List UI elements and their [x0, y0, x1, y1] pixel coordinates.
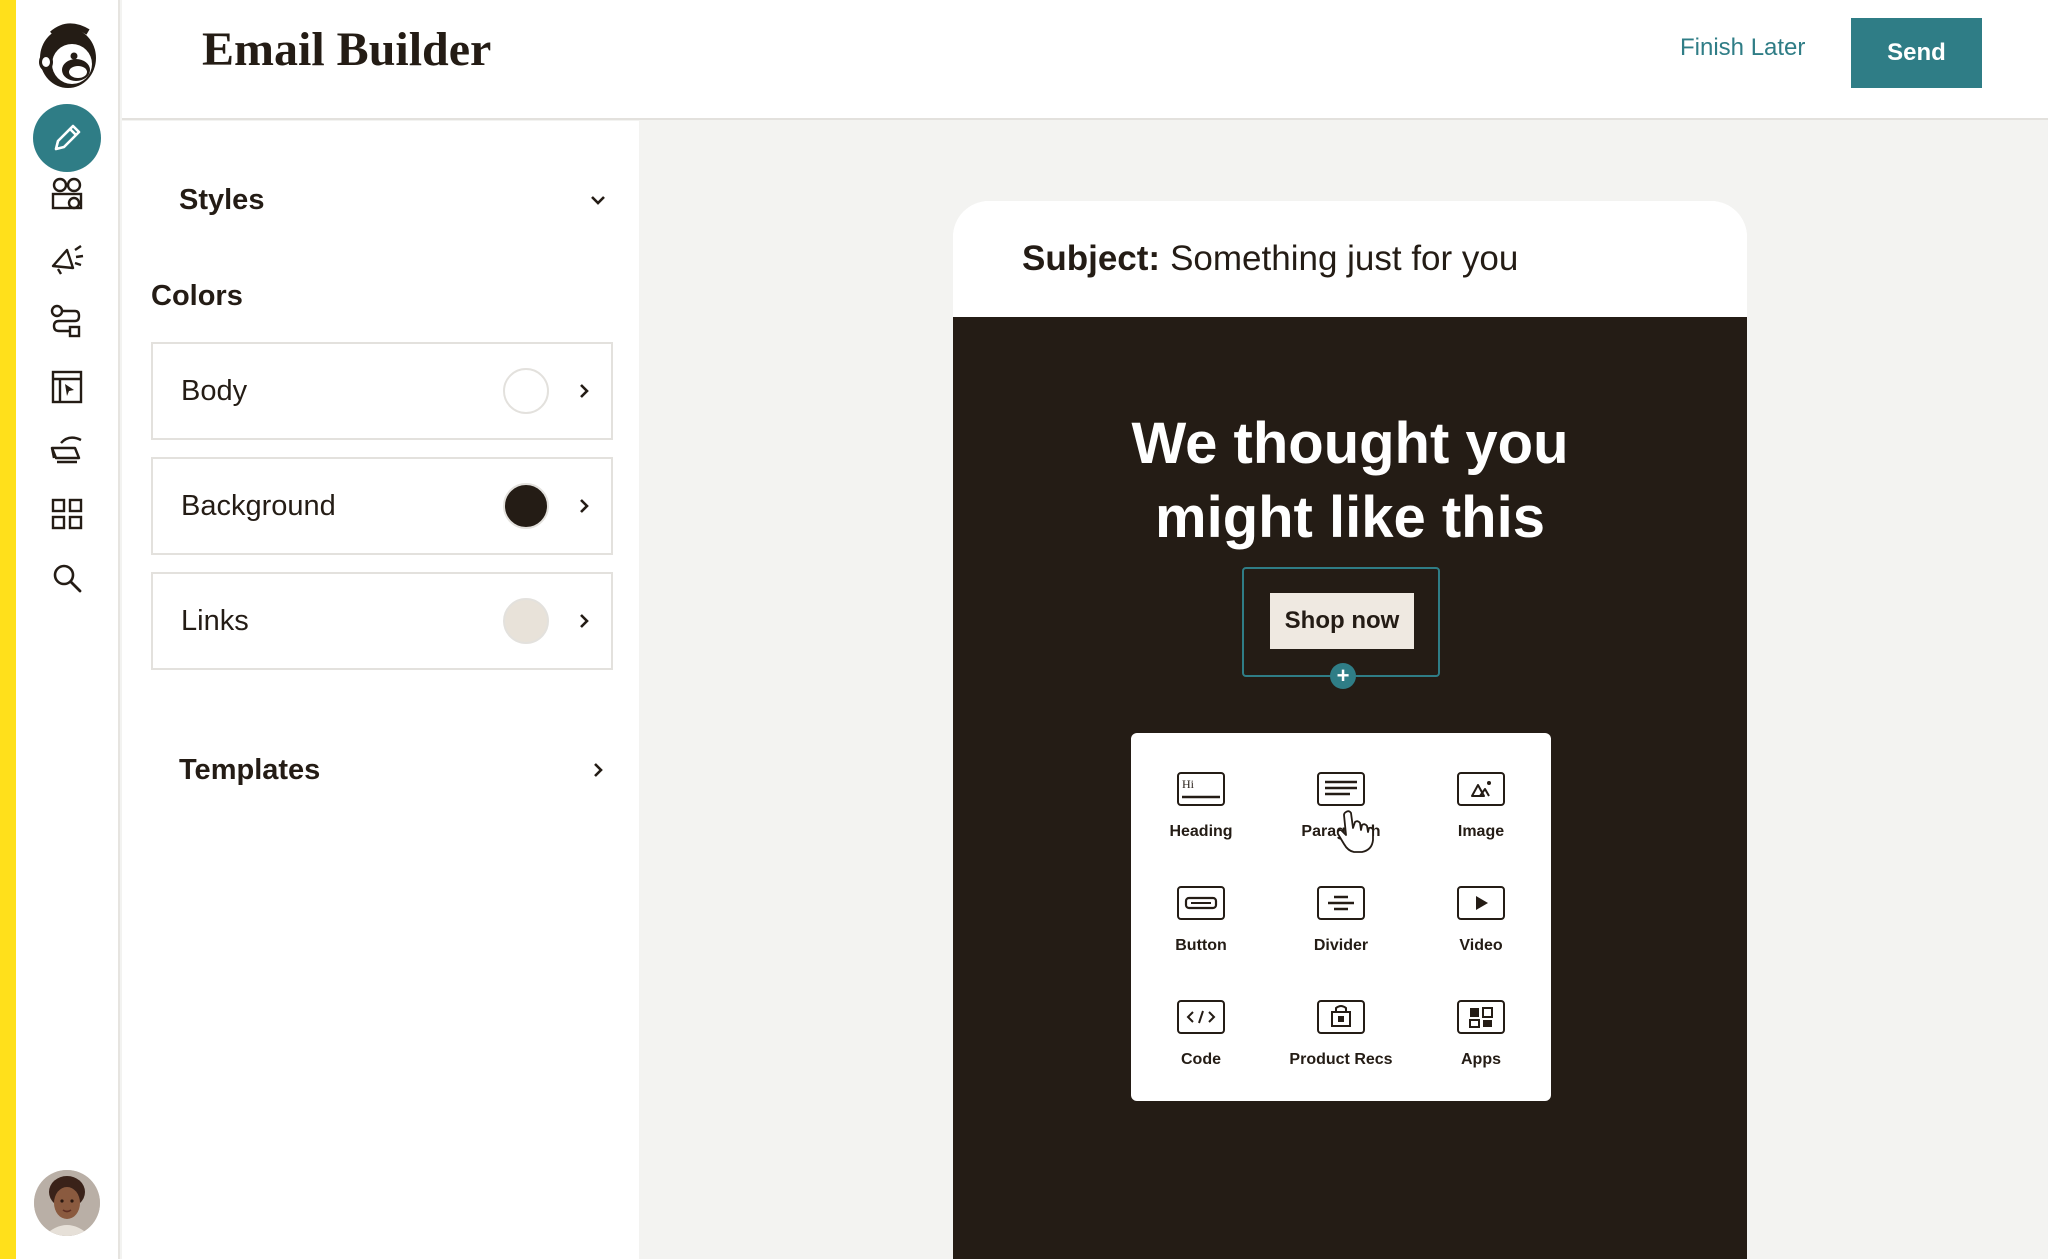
shop-now-button[interactable]: Shop now — [1270, 593, 1414, 649]
user-avatar[interactable] — [34, 1170, 100, 1236]
nav-content[interactable] — [33, 416, 101, 484]
image-icon — [1457, 772, 1505, 806]
content-studio-icon — [50, 436, 82, 464]
subject-line[interactable]: Subject: Something just for you — [953, 201, 1747, 317]
block-label: Heading — [1169, 823, 1233, 840]
block-label: Divider — [1313, 937, 1369, 954]
block-label: Apps — [1461, 1051, 1501, 1068]
styles-panel: Styles Colors Body Background Links Temp… — [122, 121, 639, 1259]
chevron-down-icon — [591, 196, 605, 205]
color-row-body[interactable]: Body — [151, 342, 613, 440]
divider-icon — [1317, 886, 1365, 920]
top-bar: Email Builder Finish Later Send — [122, 0, 2048, 120]
headline-line: might like this — [1155, 485, 1545, 550]
nav-integrations[interactable] — [33, 480, 101, 548]
styles-section-label: Styles — [179, 183, 265, 216]
block-video[interactable]: Video — [1411, 875, 1551, 975]
apps-icon — [1457, 1000, 1505, 1034]
block-apps[interactable]: Apps — [1411, 989, 1551, 1089]
email-body[interactable]: We thought you might like this Shop now … — [953, 317, 1747, 1259]
headline-line: We thought you — [1131, 411, 1569, 476]
block-label: Video — [1459, 937, 1503, 954]
svg-text:Hi: Hi — [1182, 777, 1195, 791]
nav-website[interactable] — [33, 352, 101, 420]
search-icon — [53, 564, 82, 593]
button-block-selected[interactable]: Shop now + — [1242, 567, 1440, 689]
audience-icon — [51, 177, 83, 210]
brand-strip — [0, 0, 16, 1259]
pencil-icon — [54, 124, 81, 151]
block-label: Image — [1457, 823, 1505, 840]
hand-cursor-icon — [1336, 810, 1374, 853]
templates-section-toggle[interactable]: Templates — [179, 745, 609, 795]
color-row-links[interactable]: Links — [151, 572, 613, 670]
block-divider[interactable]: Divider — [1271, 875, 1411, 975]
email-canvas: Subject: Something just for you We thoug… — [640, 121, 2048, 1259]
mailchimp-logo-icon[interactable] — [32, 18, 104, 94]
block-button[interactable]: Button — [1131, 875, 1271, 975]
color-row-label: Background — [181, 489, 336, 522]
block-heading[interactable]: Hi Heading — [1131, 761, 1271, 861]
automations-icon — [50, 304, 81, 338]
chevron-right-icon — [594, 763, 603, 777]
main-nav-rail — [16, 0, 120, 1259]
block-code[interactable]: Code — [1131, 989, 1271, 1089]
color-row-label: Body — [181, 374, 248, 407]
paragraph-icon — [1317, 772, 1365, 806]
page-title: Email Builder — [202, 23, 492, 76]
color-swatch-body — [503, 368, 549, 414]
block-label: Code — [1181, 1051, 1221, 1068]
product-recs-icon — [1317, 1000, 1365, 1034]
templates-section-label: Templates — [179, 753, 321, 786]
nav-automations[interactable] — [33, 288, 101, 356]
button-icon — [1177, 886, 1225, 920]
code-icon — [1177, 1000, 1225, 1034]
color-swatch-links — [503, 598, 549, 644]
finish-later-link[interactable]: Finish Later — [1680, 34, 1805, 62]
color-swatch-background — [503, 483, 549, 529]
video-icon — [1457, 886, 1505, 920]
campaigns-megaphone-icon — [51, 245, 84, 275]
block-image[interactable]: Image — [1411, 761, 1551, 861]
integrations-grid-icon — [51, 498, 83, 530]
chevron-right-icon — [580, 384, 589, 398]
block-label: Product Recs — [1289, 1051, 1393, 1068]
chevron-right-icon — [580, 499, 589, 513]
content-block-picker: Hi Heading Paragraph — [1131, 733, 1551, 1101]
color-row-background[interactable]: Background — [151, 457, 613, 555]
heading-icon: Hi — [1177, 772, 1225, 806]
styles-section-toggle[interactable]: Styles — [179, 175, 609, 225]
colors-heading: Colors — [151, 280, 243, 312]
email-preview: Subject: Something just for you We thoug… — [953, 201, 1747, 1259]
block-label: Button — [1175, 937, 1227, 954]
nav-audience[interactable] — [33, 160, 101, 228]
email-headline[interactable]: We thought you might like this — [953, 407, 1747, 555]
chevron-right-icon — [580, 614, 589, 628]
send-button[interactable]: Send — [1851, 18, 1982, 88]
website-icon — [51, 370, 83, 404]
block-product-recs[interactable]: Product Recs — [1271, 989, 1411, 1089]
nav-search[interactable] — [33, 544, 101, 612]
subject-key: Subject: — [1022, 239, 1161, 278]
add-block-plus-icon[interactable]: + — [1330, 663, 1356, 689]
color-row-label: Links — [181, 604, 249, 637]
subject-value: Something just for you — [1170, 239, 1519, 278]
nav-campaigns[interactable] — [33, 224, 101, 292]
